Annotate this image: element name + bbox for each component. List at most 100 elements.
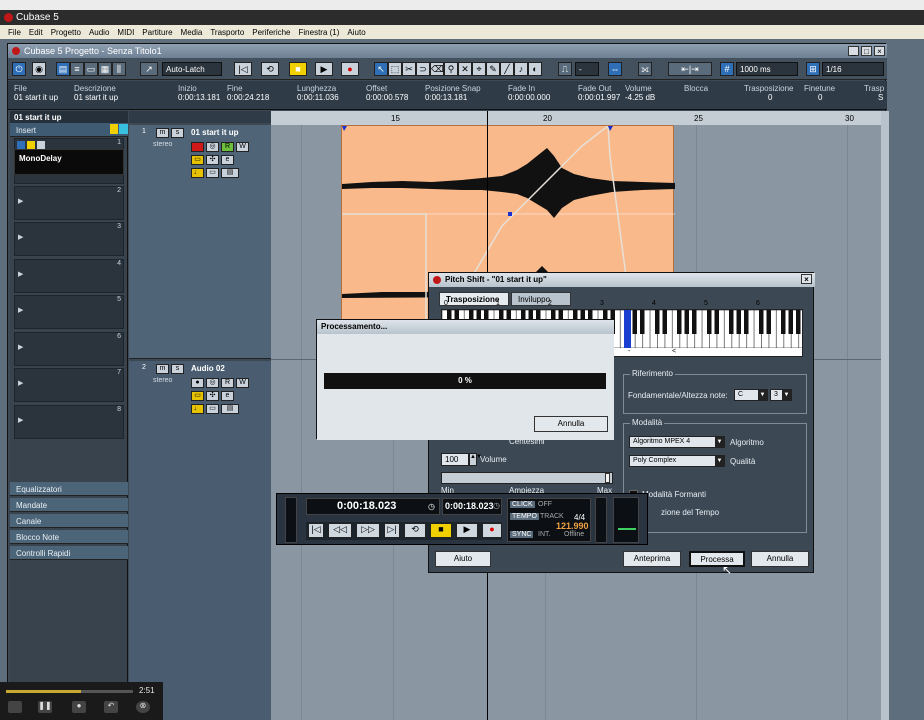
- rewind-button[interactable]: ◁◁: [328, 523, 352, 538]
- colorize-tool-icon[interactable]: ◐: [528, 62, 542, 76]
- snap-type-icon[interactable]: ⇤|⇥: [668, 62, 712, 76]
- menu-finestra[interactable]: Finestra (1): [299, 28, 340, 39]
- insert-slot-5[interactable]: 5 ▶: [14, 295, 124, 329]
- quantize-select[interactable]: 1/16: [822, 62, 884, 76]
- ampiezza-slider-handle[interactable]: [605, 473, 610, 483]
- click-button[interactable]: CLICK: [510, 501, 535, 508]
- info-inizio[interactable]: Inizio 0:00:13.181: [178, 84, 220, 102]
- info-lunghezza[interactable]: Lunghezza 0:00:11.036: [297, 84, 339, 102]
- goto-start-button[interactable]: |◁: [308, 523, 324, 538]
- play-tool-icon[interactable]: ♪: [514, 62, 528, 76]
- record-button[interactable]: ●: [482, 523, 502, 538]
- menu-trasporto[interactable]: Trasporto: [210, 28, 244, 39]
- inspector-track-name[interactable]: 01 start it up: [10, 111, 128, 123]
- cycle-button[interactable]: ⟲: [404, 523, 426, 538]
- info-volume[interactable]: Volume -4.25 dB: [625, 84, 655, 102]
- section-controlli-rapidi[interactable]: Controlli Rapidi: [10, 546, 128, 560]
- ampiezza-slider[interactable]: [441, 472, 613, 484]
- info-trasp-clipped[interactable]: Trasp S: [864, 84, 884, 102]
- quantize-icon[interactable]: ⊞: [806, 62, 820, 76]
- vertical-scrollbar[interactable]: [881, 111, 889, 720]
- lanes-icon[interactable]: ▤: [221, 168, 239, 178]
- freeze-icon[interactable]: ✣: [206, 391, 219, 401]
- menu-periferiche[interactable]: Periferiche: [252, 28, 290, 39]
- track-row[interactable]: 2 m s Audio 02 stereo ● ◎ R W ▭ ✣ e ♩ ▭ …: [129, 361, 271, 720]
- goto-end-button[interactable]: ▷|: [384, 523, 400, 538]
- insert-bypass-icon[interactable]: [110, 124, 118, 134]
- info-offset[interactable]: Offset 0:00:00.578: [366, 84, 408, 102]
- track-name[interactable]: Audio 02: [191, 364, 225, 373]
- play-button[interactable]: ▶: [315, 62, 333, 76]
- grid-type-select[interactable]: -: [575, 62, 599, 76]
- section-blocco-note[interactable]: Blocco Note: [10, 530, 128, 544]
- lane-icon[interactable]: ▭: [191, 391, 204, 401]
- erase-tool-icon[interactable]: ⌫: [430, 62, 444, 76]
- insert-slot-3[interactable]: 3 ▶: [14, 222, 124, 256]
- track-name[interactable]: 01 start it up: [191, 128, 239, 137]
- record-enable-icon[interactable]: ●: [191, 378, 204, 388]
- player-stop-icon[interactable]: [8, 701, 22, 713]
- insert-slot-2[interactable]: 2 ▶: [14, 186, 124, 220]
- timeline-ruler[interactable]: 15 20 25 30: [271, 111, 881, 125]
- activate-project-icon[interactable]: ⏻: [12, 62, 26, 76]
- monitor-icon[interactable]: ◎: [206, 142, 219, 152]
- player-close-icon[interactable]: ⊗: [136, 701, 150, 713]
- menu-progetto[interactable]: Progetto: [51, 28, 81, 39]
- lane-icon[interactable]: ▭: [191, 155, 204, 165]
- cycle-button[interactable]: ⟲: [261, 62, 279, 76]
- info-trasposizione[interactable]: Trasposizione 0: [744, 84, 794, 102]
- track-row[interactable]: 1 m s 01 start it up stereo ◎ R W ▭ ✣ e …: [129, 125, 271, 359]
- insert-slot-4[interactable]: 4 ▶: [14, 259, 124, 293]
- info-fade-in[interactable]: Fade In 0:00:00.000: [508, 84, 550, 102]
- slot-edit-icon[interactable]: [37, 141, 45, 149]
- read-automation-button[interactable]: R: [221, 142, 234, 152]
- mute-tool-icon[interactable]: ✕: [458, 62, 472, 76]
- monitor-icon[interactable]: ◎: [206, 378, 219, 388]
- aiuto-button[interactable]: Aiuto: [435, 551, 491, 567]
- inserts-section[interactable]: Insert: [10, 123, 128, 137]
- split-tool-icon[interactable]: ✂: [402, 62, 416, 76]
- menu-file[interactable]: File: [8, 28, 21, 39]
- show-inspector-icon[interactable]: ▤: [56, 62, 70, 76]
- note-select[interactable]: C ▼: [734, 389, 768, 401]
- goto-start-button[interactable]: |◁: [234, 62, 252, 76]
- show-overview-icon[interactable]: ▭: [84, 62, 98, 76]
- musical-mode-icon[interactable]: ♩: [191, 404, 204, 414]
- info-finetune[interactable]: Finetune 0: [804, 84, 835, 102]
- quality-select[interactable]: Poly Complex ▼: [629, 455, 725, 467]
- primary-time-display[interactable]: 0:00:18.023 ◷: [306, 498, 440, 515]
- insert-link-icon[interactable]: [119, 124, 128, 134]
- solo-button[interactable]: s: [171, 364, 184, 374]
- processing-cancel-button[interactable]: Annulla: [534, 416, 608, 432]
- section-mandate[interactable]: Mandate: [10, 498, 128, 512]
- grid-value-select[interactable]: 1000 ms: [736, 62, 798, 76]
- tab-inviluppo[interactable]: Inviluppo: [511, 292, 571, 306]
- info-fine[interactable]: Fine 0:00:24.218: [227, 84, 269, 102]
- volume-stepper[interactable]: ▲▼: [469, 453, 482, 466]
- pitch-close-button[interactable]: ×: [801, 274, 812, 284]
- player-pause-icon[interactable]: ❚❚: [38, 701, 52, 713]
- solo-button[interactable]: s: [171, 128, 184, 138]
- info-fade-out[interactable]: Fade Out 0:00:01.997: [578, 84, 620, 102]
- sync-button[interactable]: SYNC: [510, 531, 534, 538]
- insert-slot-7[interactable]: 7 ▶: [14, 368, 124, 402]
- freeze-icon[interactable]: ✣: [206, 155, 219, 165]
- section-canale[interactable]: Canale: [10, 514, 128, 528]
- automation-icon[interactable]: ↗: [140, 62, 158, 76]
- menu-media[interactable]: Media: [181, 28, 203, 39]
- lock-icon[interactable]: ▭: [206, 404, 219, 414]
- mute-button[interactable]: m: [156, 364, 169, 374]
- autoscroll-icon[interactable]: ⎍: [558, 62, 572, 76]
- musical-mode-icon[interactable]: ♩: [191, 168, 204, 178]
- info-descrizione[interactable]: Descrizione 01 start it up: [74, 84, 118, 102]
- object-select-tool-icon[interactable]: ↖: [374, 62, 388, 76]
- snap-to-zero-icon[interactable]: ⟗: [638, 62, 652, 76]
- anteprima-button[interactable]: Anteprima: [623, 551, 681, 567]
- time-format-icon[interactable]: ◷: [428, 502, 435, 511]
- close-button[interactable]: ×: [874, 46, 885, 56]
- slot-power-icon[interactable]: [17, 141, 25, 149]
- octave-select[interactable]: 3 ▼: [770, 389, 792, 401]
- read-automation-button[interactable]: R: [221, 378, 234, 388]
- insert-slot-6[interactable]: 6 ▶: [14, 332, 124, 366]
- minimize-button[interactable]: _: [848, 46, 859, 56]
